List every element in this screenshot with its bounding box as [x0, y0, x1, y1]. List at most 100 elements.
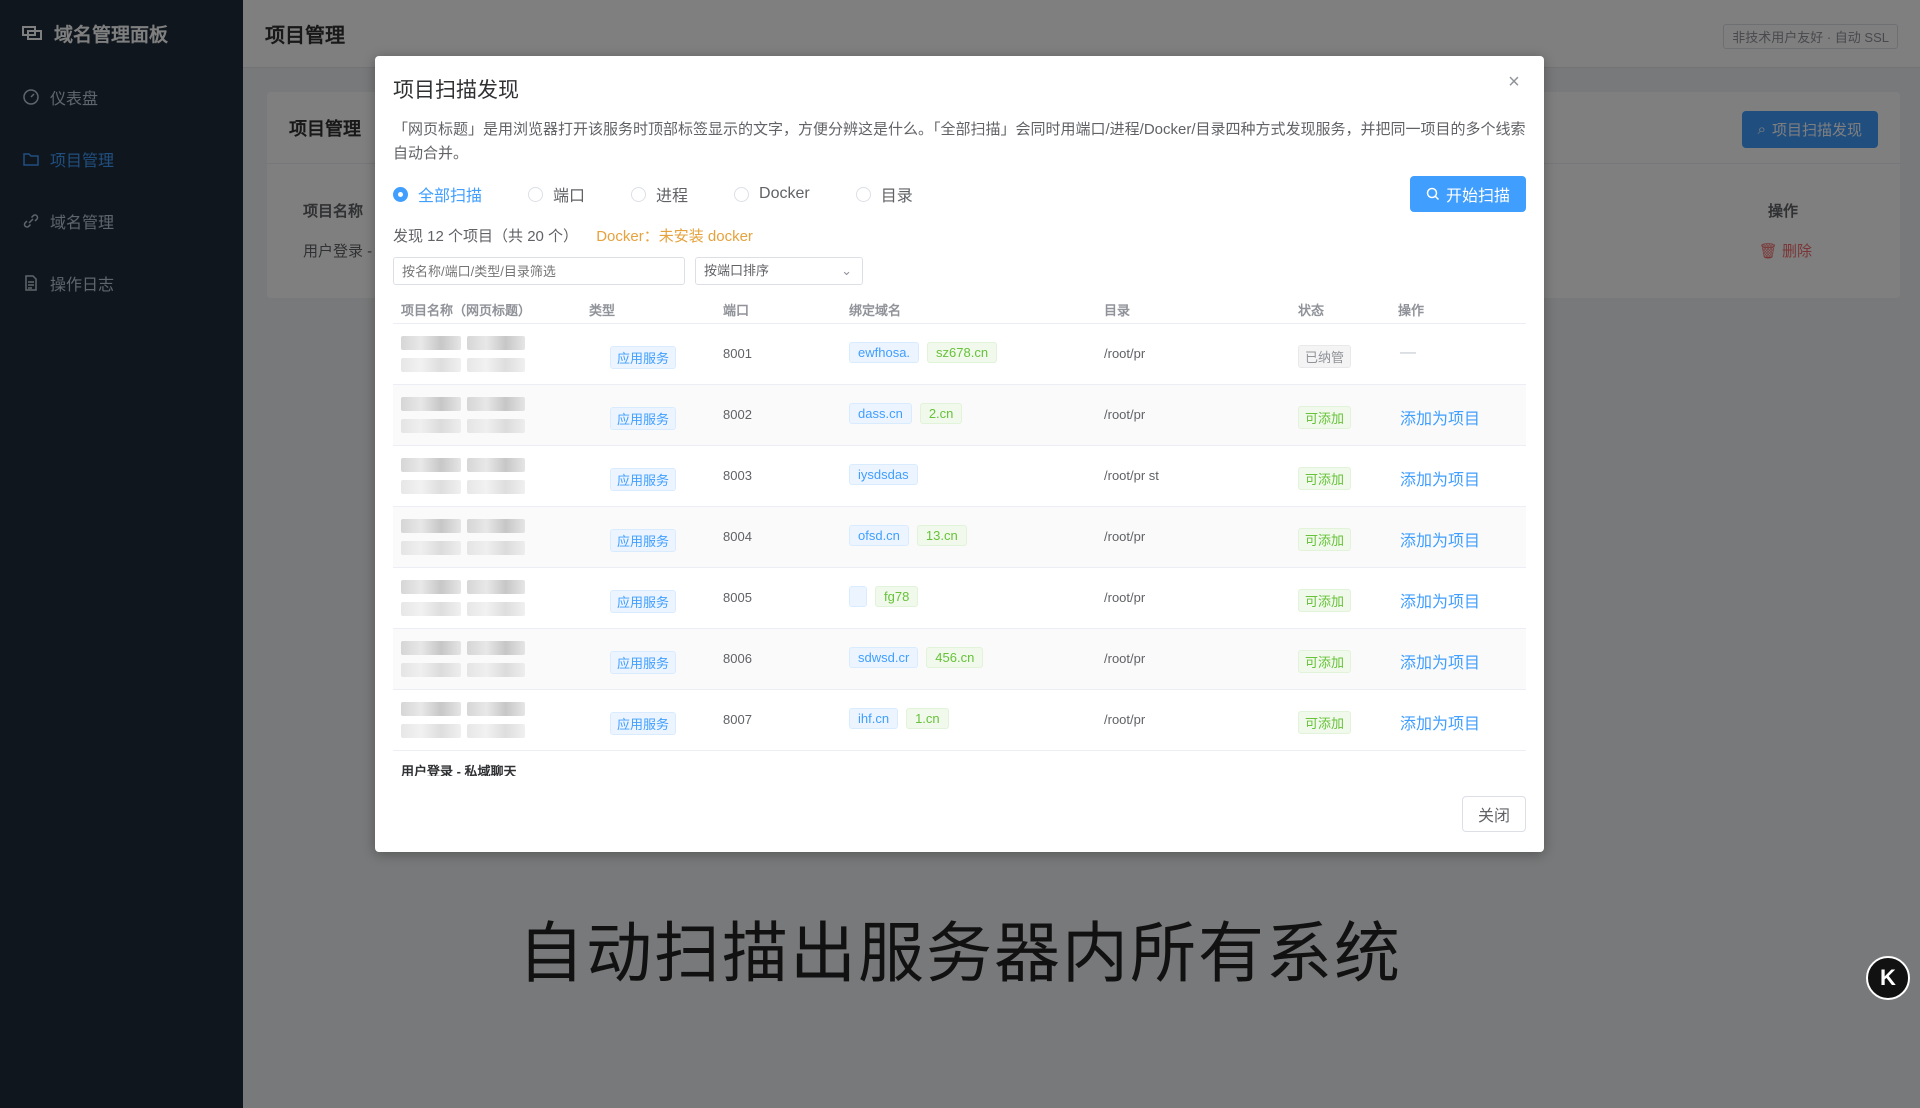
- status-badge: 可添加: [1298, 406, 1352, 429]
- scan-mode-group: 全部扫描 端口 进程 Docker 目录: [393, 182, 959, 206]
- directory: /root/pr: [1104, 346, 1146, 361]
- status-badge: 可添加: [1298, 589, 1352, 612]
- port: 8005: [723, 590, 752, 605]
- table-row: 应用服务 8005 fg78/root/pr 可添加 添加为项目: [393, 568, 1526, 629]
- directory: /root/pr: [1104, 407, 1146, 422]
- radio-docker[interactable]: Docker: [734, 182, 810, 206]
- scan-dialog: 项目扫描发现 × 「网页标题」是用浏览器打开该服务时顶部标签显示的文字，方便分辨…: [375, 56, 1544, 852]
- summary-count: 发现 12 个项目（共 20 个）: [393, 228, 579, 245]
- table-header: 项目名称（网页标题） 类型 端口 绑定域名 目录 状态 操作: [393, 294, 1526, 324]
- th-domain: 绑定域名: [849, 303, 902, 318]
- th-name: 项目名称（网页标题）: [401, 303, 532, 318]
- th-status: 状态: [1298, 303, 1325, 318]
- directory: /root/pr: [1104, 529, 1146, 544]
- port: 8007: [723, 712, 752, 727]
- table-row: 应用服务 8006 sdwsd.cr 456.cn/root/pr 可添加 添加为项目: [393, 629, 1526, 690]
- type-tag: 应用服务: [610, 651, 677, 674]
- th-port: 端口: [723, 303, 750, 318]
- radio-label: 端口: [553, 188, 586, 205]
- directory: /root/pr: [1104, 712, 1146, 727]
- table-row: 应用服务 8004 ofsd.cn 13.cn/root/pr 可添加 添加为项目: [393, 507, 1526, 568]
- directory: /root/pr st: [1104, 468, 1159, 483]
- radio-dot: [528, 186, 544, 202]
- domain-tag: ewfhosa.: [849, 342, 920, 363]
- radio-all[interactable]: 全部扫描: [393, 182, 482, 206]
- status-badge: 已纳管: [1298, 345, 1352, 368]
- start-scan-label: 开始扫描: [1445, 188, 1510, 205]
- table-row: 应用服务 8001 ewfhosa. sz678.cn/root/pr 已纳管 —: [393, 324, 1526, 385]
- domain-tag: 2.cn: [919, 403, 963, 424]
- filter-input[interactable]: [393, 257, 685, 285]
- domain-list: sdwsd.cr 456.cn: [849, 647, 984, 668]
- status-badge: 可添加: [1298, 650, 1352, 673]
- radio-port[interactable]: 端口: [528, 182, 585, 206]
- port: 8006: [723, 651, 752, 666]
- radio-process[interactable]: 进程: [631, 182, 688, 206]
- directory: /root/pr: [1104, 651, 1146, 666]
- radio-directory[interactable]: 目录: [855, 182, 913, 206]
- add-project-link[interactable]: 添加为项目: [1400, 405, 1480, 429]
- add-project-link[interactable]: 添加为项目: [1400, 649, 1480, 673]
- domain-tag: dass.cn: [849, 403, 912, 424]
- domain-list: iysdsdas: [849, 464, 918, 485]
- status-badge: 可添加: [1298, 528, 1352, 551]
- watermark-badge: K: [1866, 956, 1910, 1000]
- type-tag: 应用服务: [610, 712, 677, 735]
- blurred-name: [401, 395, 525, 437]
- type-tag: 应用服务: [610, 468, 677, 491]
- table-row: 应用服务 8002 dass.cn 2.cn/root/pr 可添加 添加为项目: [393, 385, 1526, 446]
- add-project-link: —: [1400, 344, 1416, 361]
- type-tag: 应用服务: [610, 407, 677, 430]
- add-project-link[interactable]: 添加为项目: [1400, 710, 1480, 734]
- close-icon[interactable]: ×: [1504, 72, 1524, 92]
- domain-tag: iysdsdas: [849, 464, 918, 485]
- type-tag: 应用服务: [610, 346, 677, 369]
- th-dir: 目录: [1104, 303, 1131, 318]
- add-project-link[interactable]: 添加为项目: [1400, 588, 1480, 612]
- search-icon: [1426, 187, 1440, 201]
- domain-tag: [849, 586, 867, 607]
- chevron-down-icon: ⌄: [841, 263, 852, 278]
- blurred-name: [401, 334, 525, 376]
- domain-list: ihf.cn 1.cn: [849, 708, 949, 729]
- port: 8003: [723, 468, 752, 483]
- table-row: 应用服务 8003 iysdsdas/root/pr st 可添加 添加为项目: [393, 446, 1526, 507]
- domain-tag: ofsd.cn: [849, 525, 909, 546]
- caption: 自动扫描出服务器内所有系统: [518, 915, 1402, 992]
- table-row-partial: 用户登录 - 私域聊天: [393, 751, 1526, 776]
- domain-tag: 1.cn: [906, 708, 949, 729]
- add-project-link[interactable]: 添加为项目: [1400, 527, 1480, 551]
- type-tag: 应用服务: [610, 529, 677, 552]
- directory: /root/pr: [1104, 590, 1146, 605]
- port: 8001: [723, 346, 752, 361]
- blurred-name: [401, 578, 525, 620]
- start-scan-button[interactable]: 开始扫描: [1409, 176, 1526, 212]
- domain-tag: 13.cn: [916, 525, 967, 546]
- radio-dot: [734, 186, 750, 202]
- sort-select[interactable]: 按端口排序 ⌄: [695, 257, 863, 285]
- status-badge: 可添加: [1298, 711, 1352, 734]
- radio-label: 全部扫描: [418, 188, 483, 205]
- domain-list: ofsd.cn 13.cn: [849, 525, 967, 546]
- docker-status: Docker：未安装 docker: [596, 228, 753, 245]
- close-button[interactable]: 关闭: [1462, 796, 1526, 832]
- blurred-name: [401, 639, 525, 681]
- dialog-description: 「网页标题」是用浏览器打开该服务时顶部标签显示的文字，方便分辨这是什么。「全部扫…: [393, 121, 1526, 162]
- status-badge: 可添加: [1298, 467, 1352, 490]
- results-table[interactable]: 项目名称（网页标题） 类型 端口 绑定域名 目录 状态 操作 应用服务 8001 e…: [393, 294, 1526, 776]
- radio-label: Docker: [759, 185, 810, 202]
- sort-value: 按端口排序: [704, 263, 770, 278]
- scan-summary: 发现 12 个项目（共 20 个） Docker：未安装 docker: [393, 225, 753, 246]
- table-body: 应用服务 8001 ewfhosa. sz678.cn/root/pr 已纳管 — 应用服务…: [393, 324, 1526, 751]
- radio-dot: [393, 186, 408, 202]
- domain-tag: fg78: [875, 586, 919, 607]
- add-project-link[interactable]: 添加为项目: [1400, 466, 1480, 490]
- blurred-name: [401, 456, 525, 498]
- domain-list: dass.cn 2.cn: [849, 403, 963, 424]
- th-type: 类型: [589, 303, 616, 318]
- port: 8004: [723, 529, 752, 544]
- table-row: 应用服务 8007 ihf.cn 1.cn/root/pr 可添加 添加为项目: [393, 690, 1526, 751]
- dialog-title: 项目扫描发现: [393, 79, 519, 102]
- radio-dot: [855, 186, 871, 202]
- domain-tag: ihf.cn: [849, 708, 899, 729]
